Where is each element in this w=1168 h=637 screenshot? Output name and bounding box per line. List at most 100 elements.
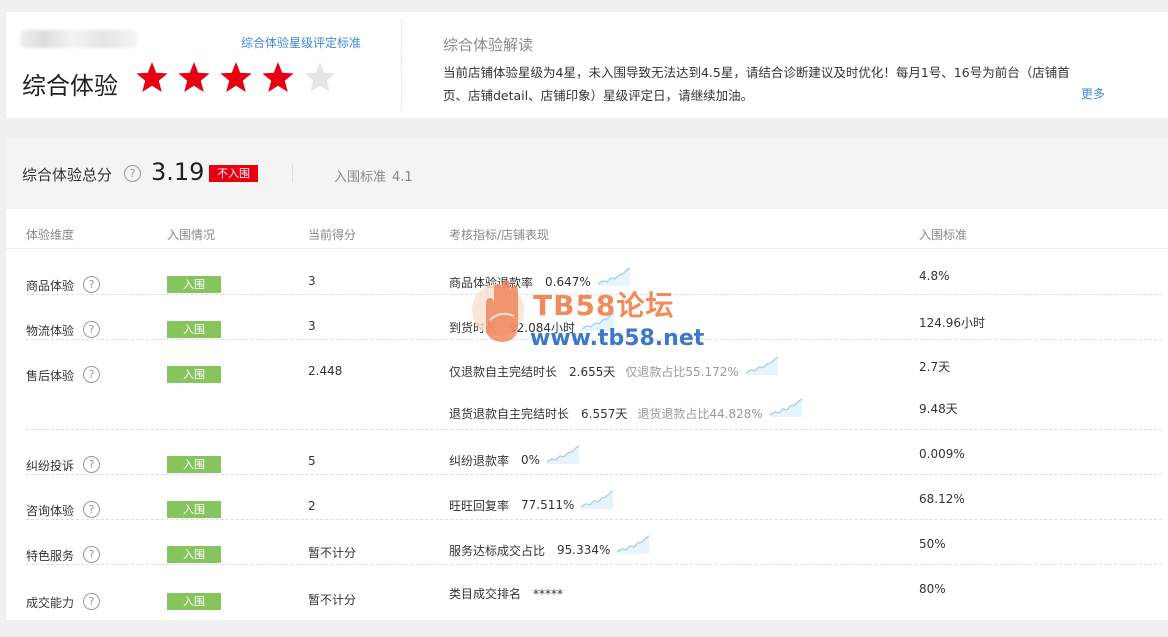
header-metric: 考核指标/店铺表现: [449, 228, 550, 242]
metric-name: 类目成交排名: [449, 587, 522, 601]
metric-name: 商品体验退款率: [449, 275, 534, 290]
star-filled-icon: [176, 60, 218, 96]
header-score: 当前得分: [308, 228, 357, 242]
metric: 纠纷退款率 0%: [449, 445, 580, 470]
blurred-shop-name: [20, 30, 138, 48]
metric-value: 2.655天: [569, 364, 616, 379]
overall-rating-card: 综合体验星级评定标准 综合体验 综合体验解读 当前店铺体验星级为4星，未入围导致…: [6, 12, 1168, 118]
metric: 仅退款自主完结时长 2.655天 仅退款占比55.172%: [449, 356, 779, 381]
status-badge-in: 入围: [167, 593, 221, 610]
entry-standard-value: 50%: [919, 537, 946, 551]
metric-value: *****: [533, 586, 564, 601]
metric-share: 仅退款占比55.172%: [625, 364, 739, 379]
dimension-label: 特色服务: [26, 549, 75, 563]
dimension-label: 商品体验: [26, 279, 75, 293]
trend-sparkline-icon[interactable]: [597, 266, 631, 286]
metric-value: 77.511%: [521, 498, 575, 512]
current-score: 暂不计分: [308, 546, 357, 560]
entry-standard-value: 0.009%: [919, 447, 965, 461]
help-icon[interactable]: ?: [83, 456, 100, 473]
entry-standard-value: 124.96小时: [919, 316, 985, 330]
entry-standard-value: 80%: [919, 582, 946, 596]
trend-sparkline-icon[interactable]: [580, 489, 614, 509]
dimension-label: 纠纷投诉: [26, 459, 75, 473]
vertical-divider: [401, 20, 402, 110]
overall-label: 综合体验: [22, 72, 118, 100]
entry-standard-value: 68.12%: [919, 492, 965, 506]
table-row: 成交能力? 入围 暂不计分 类目成交排名 ***** 80%: [26, 565, 1162, 610]
table-row: 售后体验? 入围 2.448 仅退款自主完结时长 2.655天 仅退款占比55.172% 2…: [26, 340, 1162, 430]
standard-value: 4.1: [392, 170, 413, 185]
metric-value: 95.334%: [557, 543, 611, 557]
current-score: 3: [308, 274, 316, 288]
help-icon[interactable]: ?: [83, 366, 100, 383]
watermark-title: TB58论坛: [533, 289, 675, 322]
entry-standard-value: 4.8%: [919, 269, 950, 283]
total-score-value: 3.19: [151, 158, 205, 186]
dimension-label: 物流体验: [26, 324, 75, 338]
status-badge-not-in: 不入围: [209, 165, 258, 182]
header-standard: 入围标准: [919, 228, 968, 242]
current-score: 3: [308, 319, 316, 333]
star-filled-icon: [134, 60, 176, 96]
trend-sparkline-icon[interactable]: [546, 444, 580, 464]
interpret-title: 综合体验解读: [443, 36, 534, 54]
metric-name: 仅退款自主完结时长: [449, 364, 558, 379]
metric-name: 退货退款自主完结时长: [449, 406, 570, 421]
metric: 服务达标成交占比 95.334%: [449, 535, 650, 560]
dimension-label: 咨询体验: [26, 504, 75, 518]
status-badge-in: 入围: [167, 321, 221, 338]
help-icon[interactable]: ?: [83, 593, 100, 610]
help-icon[interactable]: ?: [83, 501, 100, 518]
dimension-label: 成交能力: [26, 596, 75, 610]
trend-sparkline-icon[interactable]: [616, 534, 650, 554]
metric: 旺旺回复率 77.511%: [449, 490, 614, 515]
total-score-label: 综合体验总分: [22, 166, 113, 184]
status-badge-in: 入围: [167, 501, 221, 518]
current-score: 5: [308, 454, 316, 468]
rating-standard-link[interactable]: 综合体验星级评定标准: [241, 34, 361, 51]
watermark-url: www.tb58.net: [530, 326, 705, 351]
help-icon[interactable]: ?: [83, 546, 100, 563]
star-filled-icon: [260, 60, 302, 96]
metric-name: 服务达标成交占比: [449, 543, 546, 558]
current-score: 暂不计分: [308, 593, 357, 607]
metric-value: 6.557天: [581, 406, 628, 421]
entry-standard-value: 9.48天: [919, 402, 958, 416]
experience-score-card: 综合体验总分 ? 3.19 不入围 入围标准 4.1 体验维度 入围情况 当前得分…: [6, 138, 1168, 620]
header-dimension: 体验维度: [26, 228, 75, 242]
star-rating: [134, 60, 344, 96]
entry-standard-value: 2.7天: [919, 360, 951, 374]
divider: [292, 165, 293, 182]
standard-label: 入围标准 4.1: [334, 166, 413, 185]
table-row: 特色服务? 入围 暂不计分 服务达标成交占比 95.334% 50%: [26, 520, 1162, 565]
current-score: 2: [308, 499, 316, 513]
current-score: 2.448: [308, 364, 343, 378]
metric: 退货退款自主完结时长 6.557天 退货退款占比44.828%: [449, 398, 803, 423]
help-icon[interactable]: ?: [83, 321, 100, 338]
trend-sparkline-icon[interactable]: [745, 355, 779, 375]
metric-name: 旺旺回复率: [449, 498, 510, 513]
metric-name: 纠纷退款率: [449, 453, 510, 468]
status-badge-in: 入围: [167, 276, 221, 293]
star-filled-icon: [218, 60, 260, 96]
table-row: 纠纷投诉? 入围 5 纠纷退款率 0% 0.009%: [26, 430, 1162, 475]
table-row: 咨询体验? 入围 2 旺旺回复率 77.511% 68.12%: [26, 475, 1162, 520]
more-link[interactable]: 更多: [1081, 85, 1105, 102]
status-badge-in: 入围: [167, 456, 221, 473]
total-score-bar: 综合体验总分 ? 3.19 不入围 入围标准 4.1: [6, 138, 1168, 209]
star-empty-icon: [302, 60, 344, 96]
dimension-label: 售后体验: [26, 369, 75, 383]
help-icon[interactable]: ?: [83, 276, 100, 293]
interpret-text: 当前店铺体验星级为4星，未入围导致无法达到4.5星，请结合诊断建议及时优化！每月…: [443, 65, 1070, 103]
metric-share: 退货退款占比44.828%: [637, 406, 763, 421]
status-badge-in: 入围: [167, 546, 221, 563]
standard-label-text: 入围标准: [334, 170, 387, 185]
trend-sparkline-icon[interactable]: [769, 397, 803, 417]
metric: 类目成交排名 *****: [449, 585, 563, 602]
metric-value: 0%: [521, 453, 541, 467]
header-status: 入围情况: [167, 228, 216, 242]
metric-name: 到货时长: [449, 320, 498, 335]
table-header: 体验维度 入围情况 当前得分 考核指标/店铺表现 入围标准: [6, 209, 1168, 249]
help-icon[interactable]: ?: [124, 165, 141, 182]
